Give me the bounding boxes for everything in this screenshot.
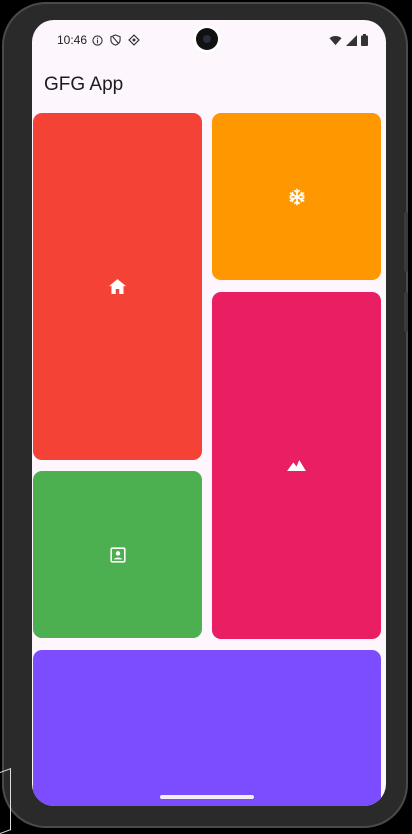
front-camera [196, 28, 218, 50]
outer-frame-edge [0, 767, 11, 834]
signal-icon [346, 33, 357, 51]
status-notification-icons [92, 33, 140, 51]
app-screen: 10:46 GFG App [32, 20, 386, 806]
status-time: 10:46 [57, 33, 88, 47]
app-title: GFG App [44, 74, 124, 95]
snowflake-icon [288, 188, 306, 206]
location-diamond-icon [128, 33, 140, 51]
info-circle-icon [92, 33, 103, 51]
mountain-tile[interactable] [212, 292, 381, 639]
snowflake-tile[interactable] [212, 113, 381, 280]
power-button [404, 292, 408, 332]
contact-portrait-icon [109, 546, 126, 563]
status-bar: 10:46 [32, 20, 386, 60]
purple-tile[interactable] [33, 650, 381, 806]
volume-button [404, 212, 408, 272]
battery-icon [361, 33, 368, 51]
contact-tile[interactable] [33, 471, 202, 638]
home-tile[interactable] [33, 113, 202, 460]
wifi-icon [329, 33, 342, 51]
shield-icon [110, 33, 121, 51]
status-system-icons [329, 33, 368, 51]
home-icon [109, 279, 126, 294]
gesture-nav-bar[interactable] [160, 795, 254, 799]
landscape-icon [287, 460, 306, 471]
